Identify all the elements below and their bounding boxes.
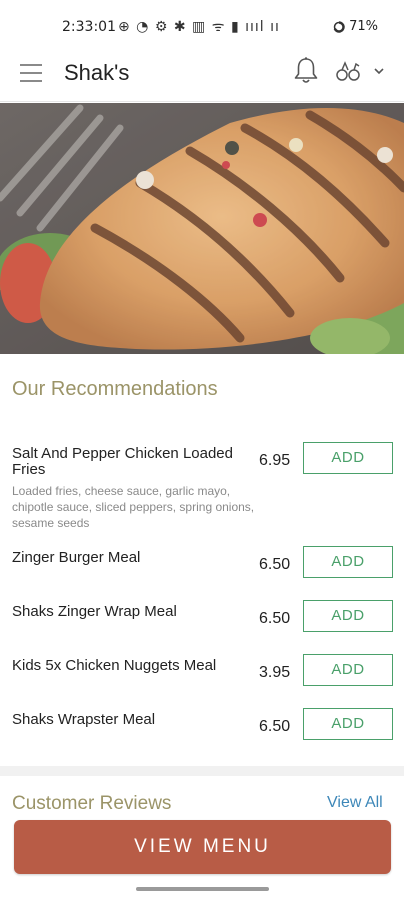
view-all-link[interactable]: View All bbox=[327, 794, 383, 812]
item-description: Loaded fries, cheese sauce, garlic mayo,… bbox=[12, 484, 255, 530]
item-price: 6.95 bbox=[259, 452, 291, 469]
bell-icon[interactable] bbox=[292, 56, 320, 86]
chevron-down-icon[interactable] bbox=[373, 66, 385, 76]
add-button[interactable]: ADD bbox=[303, 654, 393, 686]
item-name: Shaks Wrapster Meal bbox=[12, 711, 156, 728]
item-price: 6.50 bbox=[259, 556, 291, 573]
add-button[interactable]: ADD bbox=[303, 442, 393, 474]
diet-icon[interactable] bbox=[334, 60, 364, 82]
item-name: Shaks Zinger Wrap Meal bbox=[12, 603, 177, 620]
app-header: Shak's bbox=[0, 50, 404, 102]
hero-food-image bbox=[0, 103, 404, 354]
battery-level: 71% bbox=[349, 19, 378, 34]
view-menu-button[interactable]: VIEW MENU bbox=[14, 820, 391, 874]
reviews-title: Customer Reviews bbox=[12, 793, 172, 814]
item-price: 6.50 bbox=[259, 610, 291, 627]
menu-icon[interactable] bbox=[20, 64, 44, 84]
page-title: Shak's bbox=[64, 60, 130, 85]
item-name: Salt And Pepper Chicken Loaded Fries bbox=[12, 445, 233, 478]
add-button[interactable]: ADD bbox=[303, 600, 393, 632]
status-time: 2:33:01 bbox=[62, 19, 116, 35]
add-button[interactable]: ADD bbox=[303, 546, 393, 578]
gesture-nav-bar[interactable] bbox=[136, 887, 269, 891]
section-divider bbox=[0, 766, 404, 776]
status-bar: 2:33:01 ⊕ ◔ ⚙ ✱ ▥ ᯤ ▮ ıııl ıı 71% bbox=[0, 0, 404, 50]
battery-indicator: 71% bbox=[333, 19, 378, 34]
recommendations-title: Our Recommendations bbox=[12, 378, 218, 400]
item-price: 3.95 bbox=[259, 664, 291, 681]
battery-icon bbox=[333, 20, 345, 33]
item-price: 6.50 bbox=[259, 718, 291, 735]
status-icons: ⊕ ◔ ⚙ ✱ ▥ ᯤ ▮ ıııl ıı bbox=[118, 19, 280, 35]
add-button[interactable]: ADD bbox=[303, 708, 393, 740]
item-name: Zinger Burger Meal bbox=[12, 549, 141, 566]
item-name: Kids 5x Chicken Nuggets Meal bbox=[12, 657, 217, 674]
